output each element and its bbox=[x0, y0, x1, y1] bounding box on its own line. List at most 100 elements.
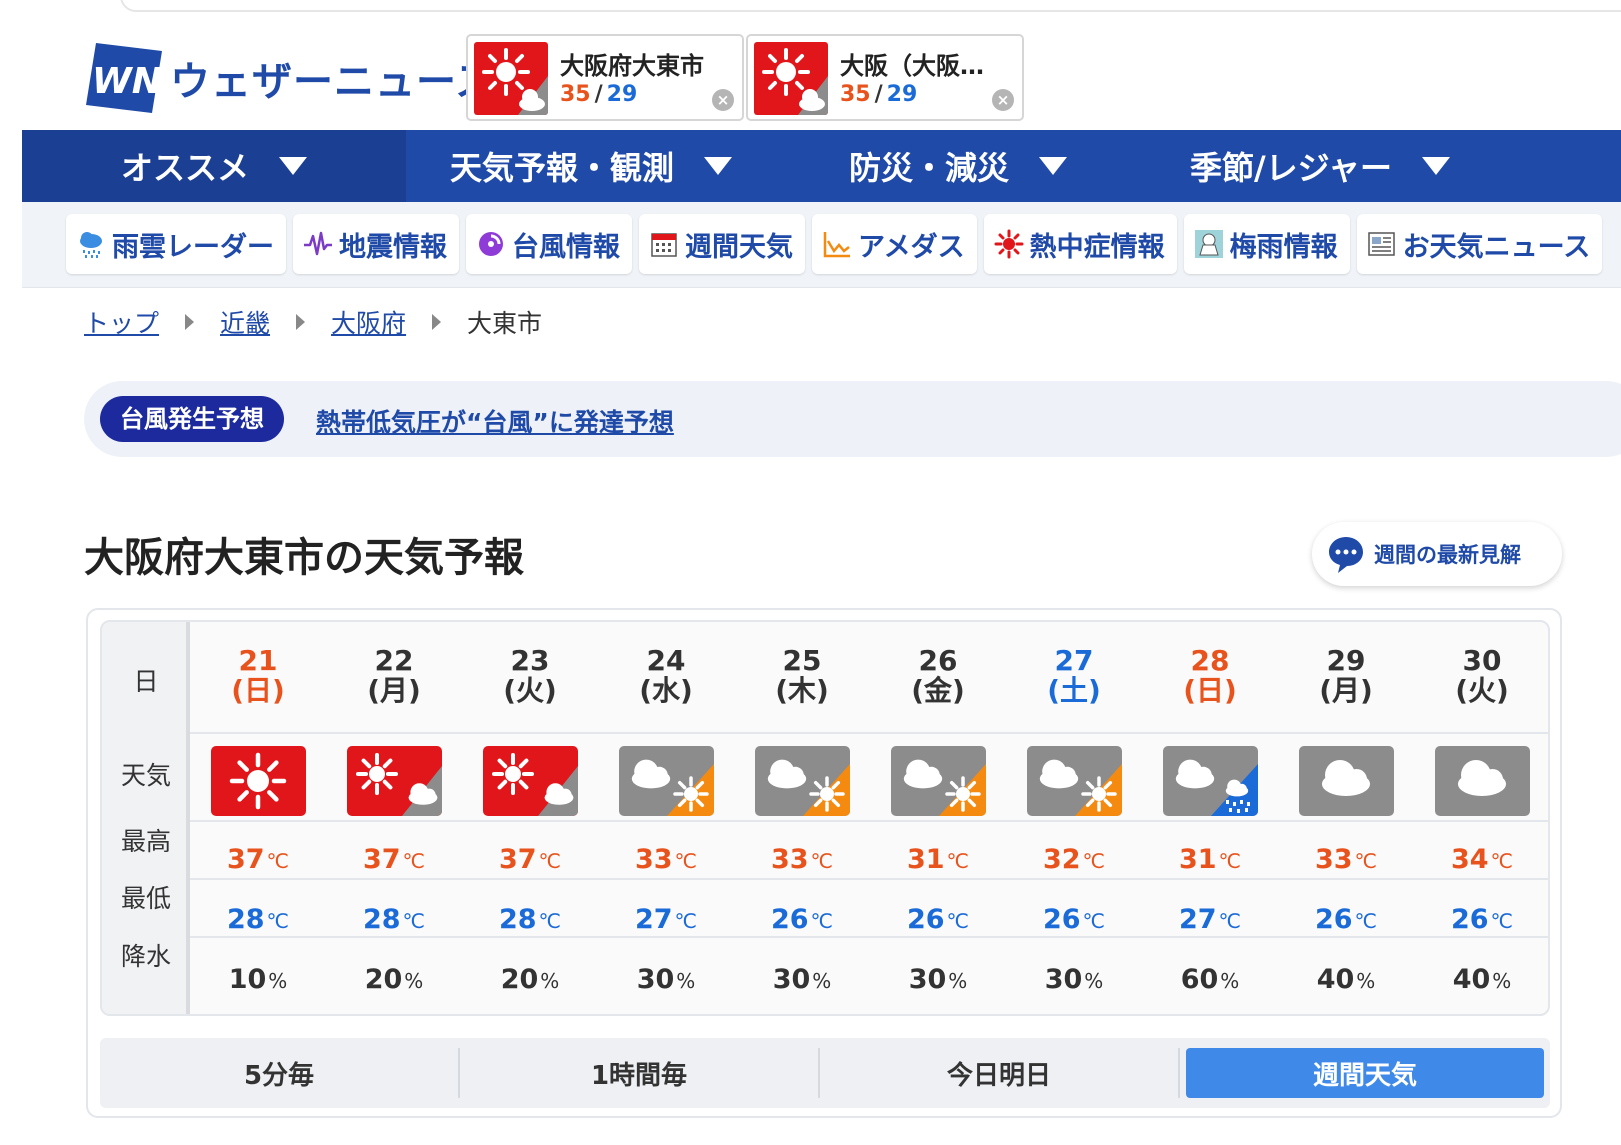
temp-unit: ℃ bbox=[946, 909, 970, 933]
sub-nav-weekly[interactable]: 週間天気 bbox=[639, 214, 805, 274]
tab-today-tomorrow[interactable]: 今日明日 bbox=[820, 1048, 1180, 1098]
nav-item-forecast[interactable]: 天気予報・観測 bbox=[406, 130, 776, 202]
speech-bubble-icon bbox=[1329, 537, 1363, 573]
temp-unit: ℃ bbox=[810, 909, 834, 933]
breadcrumb-link-top[interactable]: トップ bbox=[84, 304, 159, 340]
breadcrumb-link-osaka[interactable]: 大阪府 bbox=[331, 304, 406, 340]
forecast-date: 27 (土) bbox=[1006, 646, 1142, 706]
sub-nav-rain-radar[interactable]: 雨雲レーダー bbox=[66, 214, 286, 274]
sub-nav-typhoon[interactable]: 台風情報 bbox=[466, 214, 632, 274]
forecast-date: 22 (月) bbox=[326, 646, 462, 706]
breadcrumb-current: 大東市 bbox=[467, 309, 543, 338]
temp-unit: ℃ bbox=[1490, 909, 1514, 933]
tab-weekly[interactable]: 週間天気 bbox=[1186, 1048, 1544, 1098]
temp-unit: ℃ bbox=[1354, 909, 1378, 933]
sub-nav-heatstroke[interactable]: 熱中症情報 bbox=[983, 214, 1177, 274]
nav-item-recommended[interactable]: オススメ bbox=[22, 130, 406, 202]
percent-unit: % bbox=[268, 969, 288, 993]
wn-logo-icon: WN bbox=[86, 43, 162, 113]
favorite-high: 35 bbox=[560, 82, 591, 107]
precip-value: 30 bbox=[908, 964, 947, 995]
forecast-day-number: 27 bbox=[1054, 644, 1094, 677]
forecast-day-number: 21 bbox=[238, 644, 278, 677]
forecast-day-number: 24 bbox=[646, 644, 686, 677]
forecast-high-temp: 32 ℃ bbox=[1006, 844, 1142, 875]
forecast-precip-chance: 30% bbox=[598, 964, 734, 995]
sub-nav-label: 雨雲レーダー bbox=[112, 231, 274, 263]
forecast-low-temp: 26 ℃ bbox=[1414, 904, 1548, 935]
forecast-precip-chance: 40% bbox=[1414, 964, 1548, 995]
percent-unit: % bbox=[676, 969, 696, 993]
forecast-low-temp: 26 ℃ bbox=[1006, 904, 1142, 935]
close-icon[interactable]: × bbox=[712, 89, 734, 111]
alert-badge: 台風発生予想 bbox=[100, 396, 284, 442]
weekly-commentary-button[interactable]: 週間の最新見解 bbox=[1312, 522, 1562, 586]
breadcrumb-link-kinki[interactable]: 近畿 bbox=[220, 304, 270, 340]
svg-text:WN: WN bbox=[92, 61, 162, 102]
forecast-date: 23 (火) bbox=[462, 646, 598, 706]
favorite-location-card[interactable]: 大阪府大東市 35/29 × bbox=[466, 34, 744, 121]
favorite-temps: 35/29 bbox=[840, 82, 918, 107]
cloudy-icon bbox=[1299, 746, 1394, 816]
low-temp-value: 26 bbox=[1042, 904, 1081, 935]
chevron-right-icon bbox=[185, 314, 195, 330]
precip-value: 20 bbox=[364, 964, 403, 995]
favorite-location-card[interactable]: 大阪（大阪… 35/29 × bbox=[746, 34, 1024, 121]
forecast-high-temp: 37 ℃ bbox=[326, 844, 462, 875]
chevron-down-icon bbox=[1039, 157, 1067, 175]
favorite-low: 29 bbox=[606, 82, 638, 107]
logo-text: ウェザーニュース bbox=[170, 59, 496, 105]
cloudy-then-sunny-icon bbox=[619, 746, 714, 816]
sub-nav-amedas[interactable]: アメダス bbox=[812, 214, 977, 274]
precip-value: 30 bbox=[772, 964, 811, 995]
sub-nav-label: 梅雨情報 bbox=[1229, 231, 1338, 263]
temp-unit: ℃ bbox=[1354, 849, 1378, 873]
forecast-high-temp: 37 ℃ bbox=[462, 844, 598, 875]
low-temp-value: 28 bbox=[362, 904, 401, 935]
calendar-icon bbox=[651, 233, 677, 257]
page: WN ウェザーニュース 大阪府 大東市 35/29 × 大阪（大阪… 35 / 2… bbox=[0, 0, 1621, 1145]
newspaper-icon bbox=[1367, 232, 1395, 256]
tab-hourly[interactable]: 1時間毎 bbox=[460, 1048, 820, 1098]
low-temp-value: 26 bbox=[906, 904, 945, 935]
alert-link[interactable]: 熱帯低気圧が“台風”に発達予想 bbox=[316, 403, 674, 439]
forecast-day-of-week: (月) bbox=[1319, 674, 1373, 707]
tab-5min[interactable]: 5分毎 bbox=[100, 1048, 460, 1098]
forecast-date: 29 (月) bbox=[1278, 646, 1414, 706]
chevron-down-icon bbox=[704, 157, 732, 175]
high-temp-value: 33 bbox=[634, 844, 673, 875]
forecast-high-temp: 33 ℃ bbox=[598, 844, 734, 875]
low-temp-value: 28 bbox=[226, 904, 265, 935]
teru-teru-bozu-icon bbox=[1194, 230, 1223, 258]
favorite-name: 大阪（大阪… bbox=[840, 52, 984, 80]
rain-cloud-icon bbox=[80, 232, 102, 258]
nav-item-season[interactable]: 季節/レジャー bbox=[1140, 130, 1500, 202]
forecast-day-of-week: (火) bbox=[1455, 674, 1509, 707]
nav-item-label: オススメ bbox=[120, 149, 249, 187]
forecast-day-number: 23 bbox=[510, 644, 550, 677]
low-temp-value: 27 bbox=[1178, 904, 1217, 935]
nav-item-disaster[interactable]: 防災・減災 bbox=[776, 130, 1140, 202]
forecast-day-column: 25 (木) 33 ℃ 26 ℃ 30% bbox=[734, 622, 870, 1014]
forecast-low-temp: 27 ℃ bbox=[1142, 904, 1278, 935]
forecast-day-of-week: (土) bbox=[1047, 674, 1101, 707]
sub-nav-news[interactable]: お天気ニュース bbox=[1356, 214, 1603, 274]
forecast-precip-chance: 40% bbox=[1278, 964, 1414, 995]
percent-unit: % bbox=[540, 969, 560, 993]
close-icon[interactable]: × bbox=[992, 89, 1014, 111]
chevron-down-icon bbox=[1422, 157, 1451, 175]
sub-nav-rainy-season[interactable]: 梅雨情報 bbox=[1183, 214, 1350, 274]
forecast-day-column: 23 (火) 37 ℃ 28 ℃ 20% bbox=[462, 622, 598, 1014]
high-temp-value: 31 bbox=[906, 844, 945, 875]
forecast-high-temp: 34 ℃ bbox=[1414, 844, 1548, 875]
forecast-date: 30 (火) bbox=[1414, 646, 1548, 707]
forecast-day-number: 29 bbox=[1326, 644, 1366, 677]
precip-value: 60 bbox=[1180, 964, 1219, 995]
forecast-precip-chance: 20% bbox=[326, 964, 462, 995]
search-bar[interactable] bbox=[120, 0, 1621, 12]
sub-nav-earthquake[interactable]: 地震情報 bbox=[293, 214, 459, 274]
precip-value: 20 bbox=[500, 964, 539, 995]
site-logo[interactable]: WN ウェザーニュース bbox=[86, 40, 495, 116]
typhoon-alert-banner: 台風発生予想 熱帯低気圧が“台風”に発達予想 bbox=[84, 381, 1621, 457]
favorite-temps: 35/29 bbox=[560, 82, 638, 107]
